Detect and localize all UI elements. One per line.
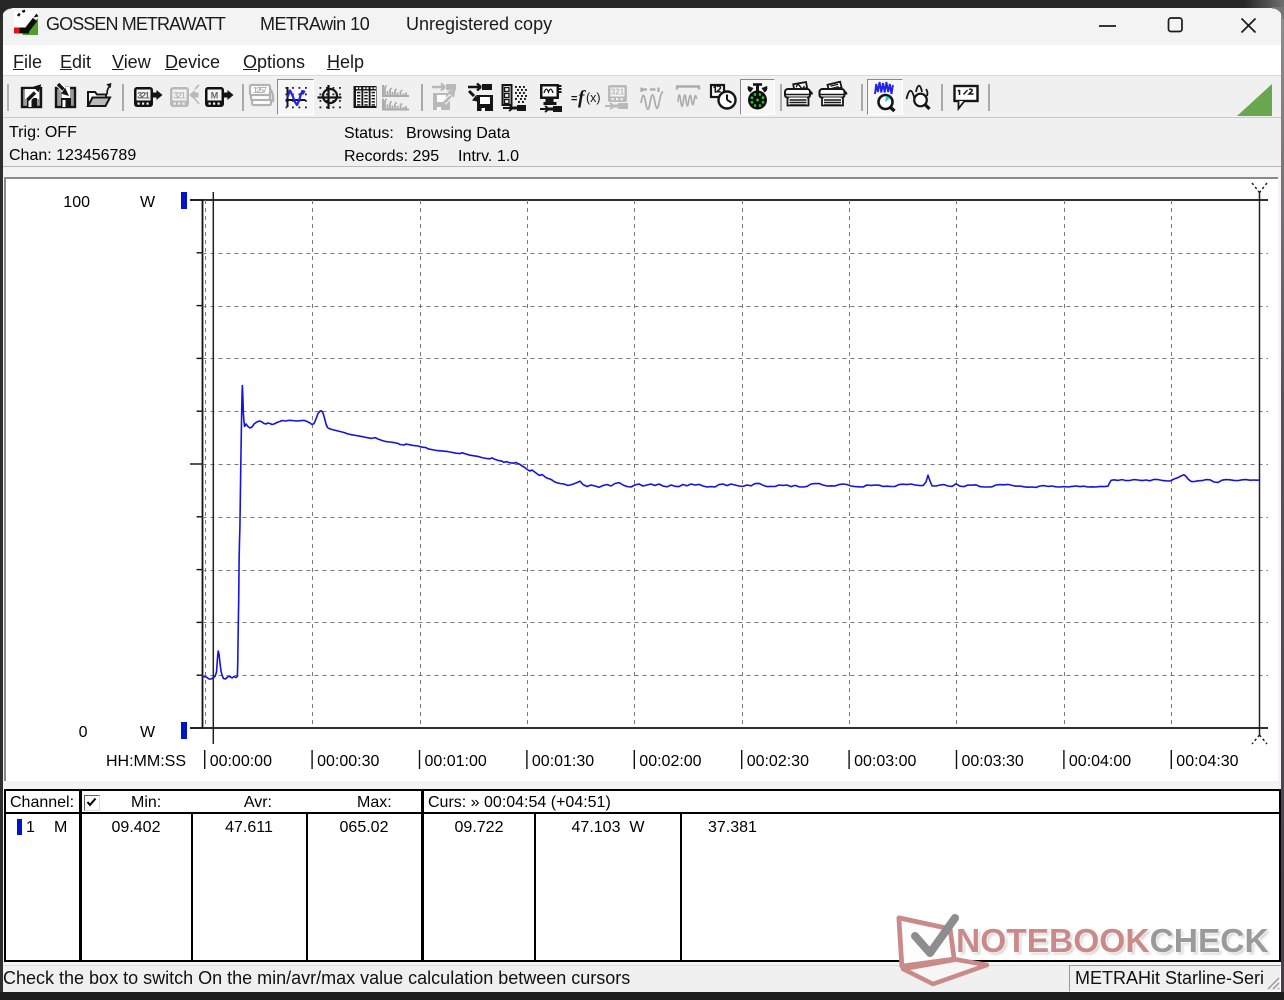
svg-text:321: 321 [611,88,625,97]
svg-text:HH:MM:SS: HH:MM:SS [106,753,186,770]
svg-text:00:01:00: 00:01:00 [425,753,487,770]
svg-text:00:04:00: 00:04:00 [1069,753,1131,770]
svg-text:(x): (x) [586,91,601,105]
svg-text:1257: 1257 [253,85,267,95]
svg-text:0: 0 [79,724,88,741]
svg-text:00:03:00: 00:03:00 [854,753,916,770]
svg-text:W: W [140,724,156,741]
svg-text:00:04:30: 00:04:30 [1176,753,1238,770]
svg-text:00:02:30: 00:02:30 [747,753,809,770]
svg-text:00:02:00: 00:02:00 [639,753,701,770]
svg-text:=: = [571,93,577,105]
svg-text:00:00:30: 00:00:30 [317,753,379,770]
svg-text:W: W [140,194,156,211]
svg-text:M: M [211,91,219,101]
svg-text:00:03:30: 00:03:30 [962,753,1024,770]
svg-text:100: 100 [63,194,90,211]
svg-text:321: 321 [173,91,186,101]
svg-text:00:01:30: 00:01:30 [532,753,594,770]
svg-text:321: 321 [137,91,150,101]
svg-text:f: f [578,88,586,109]
svg-text:00:00:00: 00:00:00 [210,753,272,770]
